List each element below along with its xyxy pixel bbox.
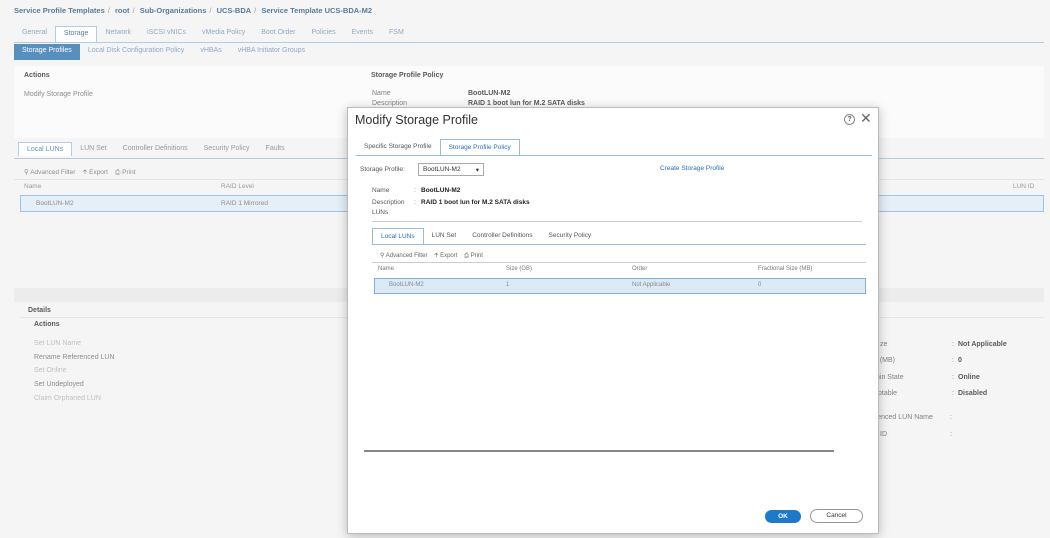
- help-icon[interactable]: ?: [844, 114, 855, 125]
- row-fractional-size: 0: [758, 282, 762, 288]
- lun-toolbar: ⚲ Advanced Filter 🡩 Export ⎙ Print: [380, 251, 483, 261]
- print-button[interactable]: Print: [471, 253, 483, 259]
- export-button[interactable]: Export: [440, 253, 457, 259]
- lun-tabs: Local LUNs LUN Set Controller Definition…: [372, 228, 599, 245]
- description-colon: :: [414, 199, 416, 206]
- chevron-down-icon: ▾: [475, 167, 479, 174]
- tab-storage-profile-policy[interactable]: Storage Profile Policy: [439, 139, 520, 156]
- cancel-button[interactable]: Cancel: [810, 509, 863, 523]
- name-value: BootLUN-M2: [421, 187, 461, 194]
- divider: [372, 262, 866, 263]
- print-icon: ⎙: [464, 253, 469, 259]
- export-icon: 🡩: [434, 253, 439, 259]
- name-colon: :: [414, 187, 416, 194]
- horizontal-scrollbar[interactable]: [364, 450, 834, 452]
- modify-storage-profile-dialog: Modify Storage Profile ? ✕ Specific Stor…: [347, 107, 879, 534]
- close-icon[interactable]: ✕: [860, 110, 872, 127]
- table-row[interactable]: [374, 278, 866, 294]
- tab-lun-set[interactable]: LUN Set: [424, 228, 465, 245]
- advanced-filter-button[interactable]: Advanced Filter: [386, 253, 428, 259]
- luns-label: LUNs: [372, 209, 389, 216]
- ok-button[interactable]: OK: [765, 510, 801, 523]
- lun-tab-divider: [372, 244, 866, 245]
- tab-controller-definitions[interactable]: Controller Definitions: [464, 228, 540, 245]
- row-order: Not Applicable: [632, 282, 671, 288]
- dialog-tab-divider: [356, 155, 872, 156]
- description-value: RAID 1 boot lun for M.2 SATA disks: [421, 199, 530, 206]
- storage-profile-select[interactable]: BootLUN-M2 ▾: [418, 163, 484, 176]
- create-storage-profile-link[interactable]: Create Storage Profile: [660, 165, 724, 172]
- dialog-tabs: Specific Storage Profile Storage Profile…: [356, 139, 520, 156]
- tab-security-policy[interactable]: Security Policy: [541, 228, 600, 245]
- row-size: 1: [506, 282, 510, 288]
- storage-profile-select-value: BootLUN-M2: [423, 166, 461, 173]
- tab-specific-storage-profile[interactable]: Specific Storage Profile: [356, 139, 440, 156]
- tab-local-luns[interactable]: Local LUNs: [372, 228, 424, 245]
- header-name: Name: [378, 266, 395, 272]
- header-fractional-size: Fractional Size (MB): [758, 266, 813, 272]
- row-name: BootLUN-M2: [389, 282, 424, 288]
- description-label: Description: [372, 199, 405, 206]
- name-label: Name: [372, 187, 390, 194]
- storage-profile-label: Storage Profile:: [360, 166, 405, 173]
- header-order: Order: [632, 266, 648, 272]
- divider: [372, 221, 862, 222]
- filter-icon: ⚲: [380, 253, 385, 259]
- header-size: Size (GB): [506, 266, 533, 272]
- dialog-title: Modify Storage Profile: [355, 113, 478, 127]
